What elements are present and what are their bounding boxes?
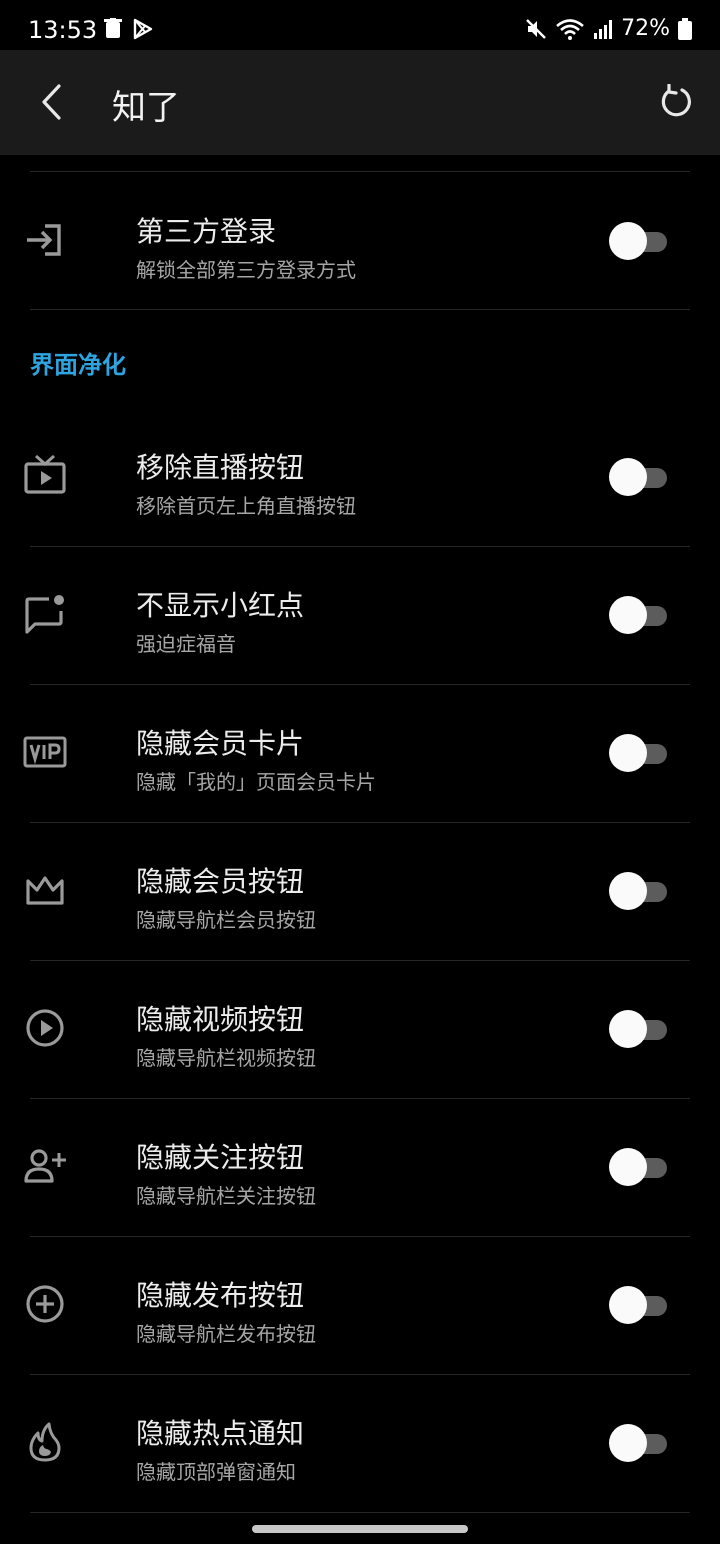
refresh-icon bbox=[661, 84, 691, 117]
setting-title: 隐藏视频按钮 bbox=[136, 1003, 305, 1036]
toggle-switch[interactable] bbox=[609, 458, 669, 496]
toggle-thumb bbox=[609, 596, 647, 634]
back-button[interactable] bbox=[32, 78, 72, 126]
home-indicator[interactable] bbox=[252, 1525, 468, 1533]
setting-subtitle: 隐藏导航栏发布按钮 bbox=[136, 1322, 316, 1346]
setting-subtitle: 隐藏「我的」页面会员卡片 bbox=[136, 770, 376, 794]
setting-hide-red-dot[interactable]: 不显示小红点 强迫症福音 bbox=[0, 546, 720, 683]
setting-subtitle: 隐藏导航栏会员按钮 bbox=[136, 908, 316, 932]
setting-title: 隐藏发布按钮 bbox=[136, 1279, 305, 1312]
toggle-thumb bbox=[609, 222, 647, 260]
setting-subtitle: 隐藏顶部弹窗通知 bbox=[136, 1460, 296, 1484]
setting-title: 隐藏关注按钮 bbox=[136, 1141, 305, 1174]
tv-icon bbox=[22, 453, 68, 499]
crown-icon bbox=[22, 867, 68, 913]
setting-title: 隐藏会员卡片 bbox=[136, 727, 305, 760]
toggle-thumb bbox=[609, 734, 647, 772]
toggle-thumb bbox=[609, 872, 647, 910]
battery-percentage: 72% bbox=[621, 16, 670, 41]
setting-title: 第三方登录 bbox=[136, 215, 277, 248]
setting-subtitle: 隐藏导航栏关注按钮 bbox=[136, 1184, 316, 1208]
trash-icon bbox=[104, 18, 122, 38]
plus-circle-icon bbox=[22, 1281, 68, 1327]
play-store-icon bbox=[133, 18, 153, 40]
toggle-switch[interactable] bbox=[609, 596, 669, 634]
setting-hide-vip-button[interactable]: 隐藏会员按钮 隐藏导航栏会员按钮 bbox=[0, 822, 720, 959]
toggle-switch[interactable] bbox=[609, 872, 669, 910]
setting-title: 隐藏热点通知 bbox=[136, 1417, 305, 1450]
person-add-icon bbox=[22, 1143, 68, 1189]
flame-icon bbox=[22, 1419, 68, 1465]
vip-icon bbox=[22, 729, 68, 775]
app-bar: 知了 bbox=[0, 50, 720, 155]
toggle-switch[interactable] bbox=[609, 734, 669, 772]
setting-title: 移除直播按钮 bbox=[136, 451, 305, 484]
status-time: 13:53 bbox=[28, 16, 98, 44]
toggle-thumb bbox=[609, 1010, 647, 1048]
wifi-icon bbox=[556, 18, 584, 40]
toggle-switch[interactable] bbox=[609, 1148, 669, 1186]
chevron-left-icon bbox=[42, 84, 61, 120]
setting-subtitle: 强迫症福音 bbox=[136, 632, 236, 656]
reset-button[interactable] bbox=[652, 78, 700, 126]
setting-hide-hot-notification[interactable]: 隐藏热点通知 隐藏顶部弹窗通知 bbox=[0, 1374, 720, 1511]
setting-title: 不显示小红点 bbox=[136, 589, 305, 622]
setting-hide-publish-button[interactable]: 隐藏发布按钮 隐藏导航栏发布按钮 bbox=[0, 1236, 720, 1373]
setting-hide-follow-button[interactable]: 隐藏关注按钮 隐藏导航栏关注按钮 bbox=[0, 1098, 720, 1235]
setting-remove-live-button[interactable]: 移除直播按钮 移除首页左上角直播按钮 bbox=[0, 408, 720, 545]
toggle-switch[interactable] bbox=[609, 1010, 669, 1048]
toggle-thumb bbox=[609, 1148, 647, 1186]
toggle-switch[interactable] bbox=[609, 222, 669, 260]
mute-icon bbox=[526, 18, 546, 39]
setting-third-party-login[interactable]: 第三方登录 解锁全部第三方登录方式 bbox=[0, 172, 720, 309]
play-circle-icon bbox=[22, 1005, 68, 1051]
toggle-thumb bbox=[609, 1424, 647, 1462]
battery-icon bbox=[678, 17, 692, 40]
setting-title: 隐藏会员按钮 bbox=[136, 865, 305, 898]
signal-icon bbox=[594, 19, 613, 39]
toggle-thumb bbox=[609, 458, 647, 496]
divider bbox=[30, 309, 690, 310]
setting-subtitle: 移除首页左上角直播按钮 bbox=[136, 494, 356, 518]
section-header: 界面净化 bbox=[30, 351, 126, 379]
toggle-switch[interactable] bbox=[609, 1424, 669, 1462]
divider bbox=[30, 1512, 690, 1513]
chat-badge-icon bbox=[22, 591, 68, 637]
setting-subtitle: 解锁全部第三方登录方式 bbox=[136, 258, 356, 282]
toggle-thumb bbox=[609, 1286, 647, 1324]
toggle-switch[interactable] bbox=[609, 1286, 669, 1324]
page-title: 知了 bbox=[112, 88, 180, 128]
login-icon bbox=[22, 217, 68, 263]
setting-hide-video-button[interactable]: 隐藏视频按钮 隐藏导航栏视频按钮 bbox=[0, 960, 720, 1097]
setting-hide-vip-card[interactable]: 隐藏会员卡片 隐藏「我的」页面会员卡片 bbox=[0, 684, 720, 821]
status-bar: 13:53 72% bbox=[0, 0, 720, 50]
setting-subtitle: 隐藏导航栏视频按钮 bbox=[136, 1046, 316, 1070]
